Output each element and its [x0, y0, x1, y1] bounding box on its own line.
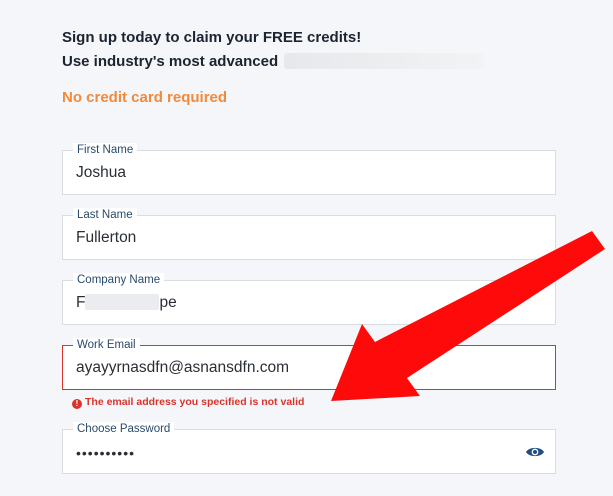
password-input[interactable]: •••••••••• [76, 444, 135, 462]
first-name-input[interactable]: Joshua [76, 164, 126, 182]
company-name-field[interactable]: Company Name Fре [62, 273, 556, 325]
company-name-end: ре [159, 294, 177, 311]
work-email-field[interactable]: Work Email ayayyrnasdfn@asnansdfn.com [62, 338, 556, 390]
eye-icon[interactable] [525, 444, 545, 460]
headline-line-2: Use industry's most advanced [62, 50, 485, 74]
redacted-company-name [85, 294, 160, 310]
redacted-product-name [284, 53, 485, 69]
work-email-input[interactable]: ayayyrnasdfn@asnansdfn.com [76, 359, 289, 377]
last-name-label: Last Name [73, 208, 137, 222]
last-name-field[interactable]: Last Name Fullerton [62, 208, 556, 260]
password-field[interactable]: Choose Password •••••••••• [62, 422, 556, 474]
first-name-label: First Name [73, 143, 138, 157]
signup-headline: Sign up today to claim your FREE credits… [62, 26, 485, 74]
no-credit-card-note: No credit card required [62, 89, 228, 106]
company-name-start: F [76, 294, 86, 311]
exclamation-circle-icon: ! [72, 399, 82, 409]
first-name-field[interactable]: First Name Joshua [62, 143, 556, 195]
email-error-message: ! The email address you specified is not … [72, 396, 304, 409]
headline-line-1: Sign up today to claim your FREE credits… [62, 29, 362, 46]
last-name-input[interactable]: Fullerton [76, 229, 136, 247]
work-email-label: Work Email [73, 338, 140, 352]
company-name-input[interactable]: Fре [76, 294, 177, 312]
password-label: Choose Password [73, 422, 175, 436]
company-name-label: Company Name [73, 273, 165, 287]
headline-line-2-text: Use industry's most advanced [62, 53, 279, 70]
email-error-text: The email address you specified is not v… [85, 396, 305, 408]
